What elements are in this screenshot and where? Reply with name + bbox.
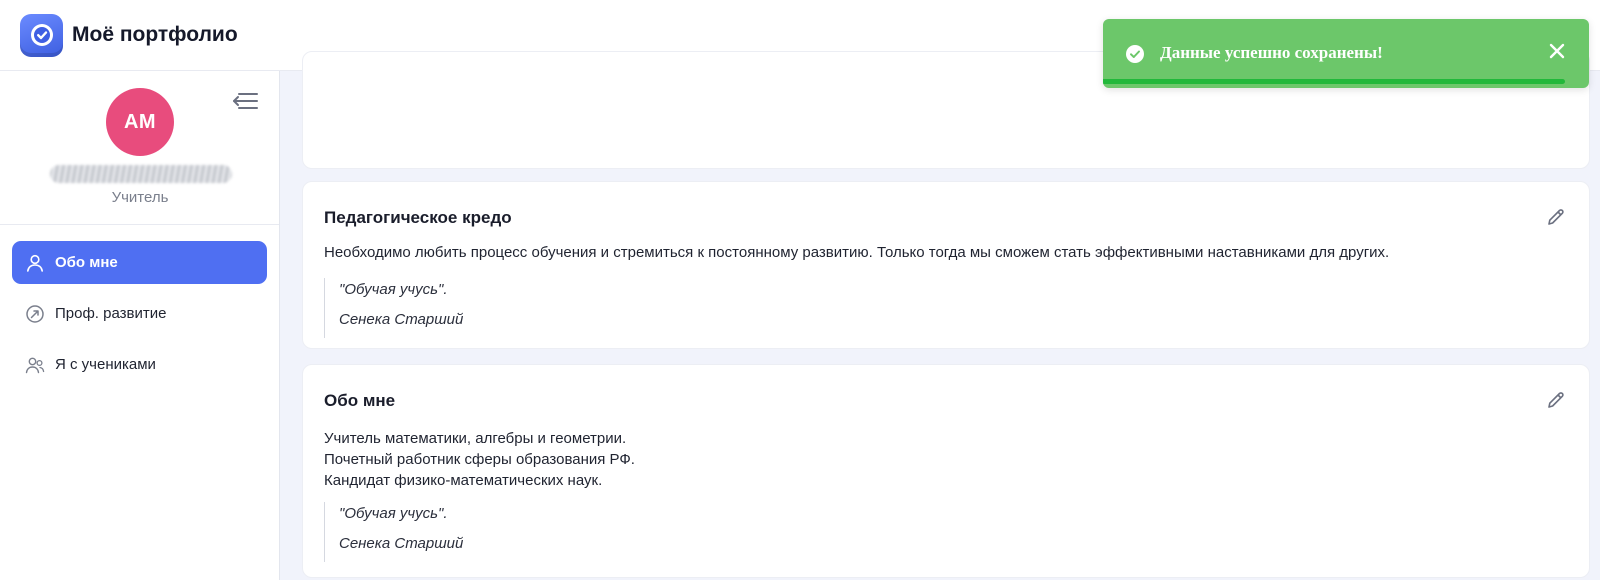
pencil-icon [1548,209,1564,225]
quote-text: "Обучая учусь". [339,281,448,298]
clock-check-icon [30,24,53,46]
credo-text: Необходимо любить процесс обучения и стр… [324,244,1390,261]
sidebar-item-with-students[interactable]: Я с учениками [12,343,267,386]
sidebar-item-label: Обо мне [55,254,118,271]
sidebar: АМ Учитель Обо мне Проф. развитие Я с уч… [0,71,280,580]
card-pedagogical-credo: Педагогическое кредо Необходимо любить п… [302,181,1590,349]
quote-author: Сенека Старший [339,311,464,328]
close-icon [1549,43,1565,59]
about-line: Кандидат физико-математических наук. [324,472,603,489]
edit-credo-button[interactable] [1545,206,1567,228]
check-circle-icon [1125,44,1145,64]
sidebar-item-prof-development[interactable]: Проф. развитие [12,292,267,335]
quote-text: "Обучая учусь". [339,505,448,522]
profile-block: АМ Учитель [0,71,279,225]
collapse-menu-icon [233,93,258,109]
users-icon [25,355,45,375]
growth-arrow-icon [25,304,45,324]
about-line: Учитель математики, алгебры и геометрии. [324,430,627,447]
toast-message: Данные успешно сохранены! [1160,43,1383,62]
collapse-sidebar-button[interactable] [230,89,260,113]
about-line: Почетный работник сферы образования РФ. [324,451,635,468]
user-name-blurred [50,165,232,183]
card-about-me: Обо мне Учитель математики, алгебры и ге… [302,364,1590,578]
about-text: Учитель математики, алгебры и геометрии.… [324,428,635,491]
card-title: Обо мне [324,391,396,410]
sidebar-nav: Обо мне Проф. развитие Я с учениками [0,225,279,386]
user-role: Учитель [111,189,169,206]
about-quote: "Обучая учусь". Сенека Старший [324,502,463,562]
app-logo[interactable] [20,13,63,57]
toast-progress-bar [1103,79,1565,84]
avatar[interactable]: АМ [106,88,174,156]
sidebar-item-label: Проф. развитие [55,305,167,322]
pencil-icon [1548,392,1564,408]
app-title: Моё портфолио [72,23,238,46]
edit-about-button[interactable] [1545,389,1567,411]
toast-close-button[interactable] [1547,41,1567,61]
user-icon [25,253,45,273]
credo-quote: "Обучая учусь". Сенека Старший [324,278,463,338]
sidebar-item-about-me[interactable]: Обо мне [12,241,267,284]
card-title: Педагогическое кредо [324,208,512,227]
quote-author: Сенека Старший [339,535,464,552]
sidebar-item-label: Я с учениками [55,356,156,373]
success-toast: Данные успешно сохранены! [1103,19,1589,88]
